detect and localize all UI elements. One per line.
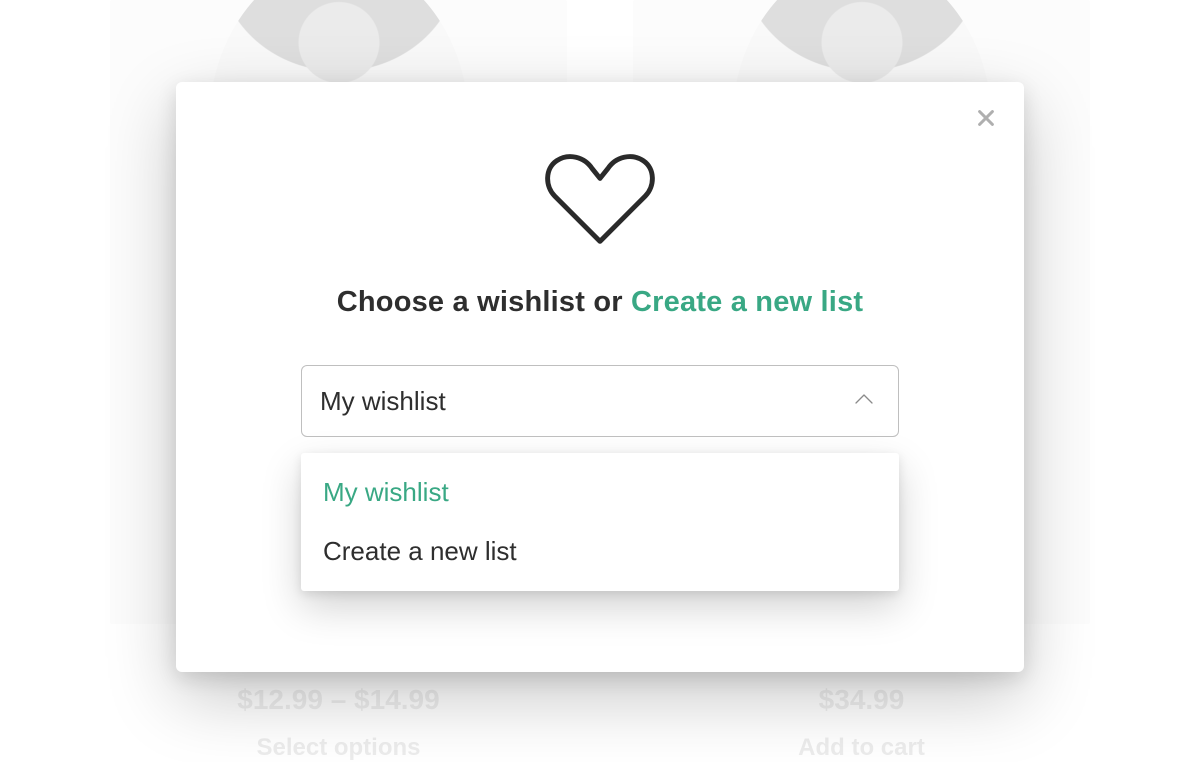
close-button[interactable]	[972, 104, 1000, 132]
heart-icon-wrap	[176, 152, 1024, 252]
chevron-up-icon	[854, 392, 874, 411]
modal-headline: Choose a wishlist or Create a new list	[176, 286, 1024, 319]
heart-icon	[541, 152, 659, 252]
wishlist-select-value: My wishlist	[320, 386, 446, 417]
wishlist-select-wrap: My wishlist My wishlist Create a new lis…	[301, 365, 899, 437]
wishlist-dropdown: My wishlist Create a new list	[301, 453, 899, 591]
close-icon	[975, 107, 997, 129]
headline-text: Choose a wishlist or	[337, 286, 631, 318]
wishlist-modal: Choose a wishlist or Create a new list M…	[176, 82, 1024, 672]
create-new-list-link[interactable]: Create a new list	[631, 286, 863, 318]
wishlist-option-create[interactable]: Create a new list	[301, 522, 899, 581]
wishlist-select[interactable]: My wishlist	[301, 365, 899, 437]
wishlist-option-mywishlist[interactable]: My wishlist	[301, 463, 899, 522]
